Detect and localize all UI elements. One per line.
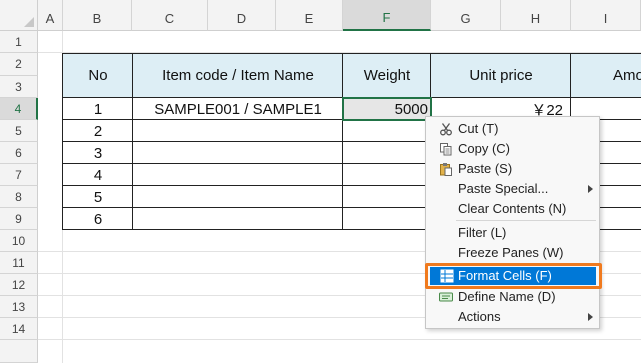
clipboard-paste-icon (439, 162, 453, 176)
row-header-13[interactable]: 13 (0, 296, 38, 318)
menu-label-paste: Paste (S) (458, 161, 513, 176)
column-header-h[interactable]: H (501, 0, 571, 31)
menu-item-freeze-panes[interactable]: Freeze Panes (W) (426, 243, 597, 263)
menu-label-filter: Filter (L) (458, 225, 507, 240)
cell-no-6[interactable]: 6 (63, 208, 133, 230)
row-header-3[interactable]: 3 (0, 76, 38, 98)
cell-no-5[interactable]: 5 (63, 186, 133, 208)
column-header-b[interactable]: B (63, 0, 132, 31)
column-header-e[interactable]: E (276, 0, 343, 31)
menu-label-cut: Cut (T) (458, 121, 499, 136)
row-header-4[interactable]: 4 (0, 98, 38, 120)
header-item[interactable]: Item code / Item Name (133, 53, 343, 98)
row-header-2[interactable]: 2 (0, 53, 38, 76)
row-header-1[interactable]: 1 (0, 31, 38, 53)
column-header-f[interactable]: F (343, 0, 431, 31)
menu-label-freeze-panes: Freeze Panes (W) (458, 245, 564, 260)
column-header-i[interactable]: I (571, 0, 641, 31)
row-header-14[interactable]: 14 (0, 318, 38, 340)
row-header-9[interactable]: 9 (0, 208, 38, 230)
column-header-c[interactable]: C (132, 0, 208, 31)
callout-outline (425, 263, 602, 289)
row-header-7[interactable]: 7 (0, 164, 38, 186)
header-amount[interactable]: Amo (571, 53, 641, 98)
menu-label-actions: Actions (458, 309, 501, 324)
header-weight[interactable]: Weight (343, 53, 431, 98)
cell-no-4[interactable]: 4 (63, 164, 133, 186)
row-header-5[interactable]: 5 (0, 120, 38, 142)
row-header-12[interactable]: 12 (0, 274, 38, 296)
menu-label-paste-special: Paste Special... (458, 181, 549, 196)
menu-separator (456, 220, 596, 221)
copy-icon (439, 142, 453, 156)
submenu-arrow-icon (588, 313, 593, 321)
menu-label-copy: Copy (C) (458, 141, 511, 156)
menu-item-filter[interactable]: Filter (L) (426, 223, 597, 243)
select-all-corner[interactable] (0, 0, 38, 31)
row-header-6[interactable]: 6 (0, 142, 38, 164)
menu-item-paste[interactable]: Paste (S) (426, 159, 597, 179)
active-cell-border (342, 97, 432, 121)
menu-item-clear-contents[interactable]: Clear Contents (N) (426, 199, 597, 219)
menu-item-paste-special[interactable]: Paste Special... (426, 179, 597, 199)
column-header-g[interactable]: G (431, 0, 501, 31)
row-header-15[interactable] (0, 340, 38, 363)
menu-label-define-name: Define Name (D) (458, 289, 556, 304)
row-header-11[interactable]: 11 (0, 252, 38, 274)
context-menu: Cut (T) Copy (C) Paste (S) Paste Special… (425, 116, 600, 329)
column-header-d[interactable]: D (208, 0, 276, 31)
menu-item-cut[interactable]: Cut (T) (426, 119, 597, 139)
menu-item-define-name[interactable]: Define Name (D) (426, 287, 597, 307)
cell-no-2[interactable]: 2 (63, 120, 133, 142)
scissors-icon (439, 122, 453, 136)
cell-no-3[interactable]: 3 (63, 142, 133, 164)
column-header-a[interactable]: A (38, 0, 63, 31)
define-name-icon (439, 290, 453, 304)
header-no[interactable]: No (63, 53, 133, 98)
row-header-8[interactable]: 8 (0, 186, 38, 208)
cell-item-1[interactable]: SAMPLE001 / SAMPLE1 (133, 98, 343, 120)
submenu-arrow-icon (588, 185, 593, 193)
menu-label-clear-contents: Clear Contents (N) (458, 201, 567, 216)
row-header-10[interactable]: 10 (0, 230, 38, 252)
header-unit-price[interactable]: Unit price (431, 53, 571, 98)
menu-item-actions[interactable]: Actions (426, 307, 597, 327)
menu-item-copy[interactable]: Copy (C) (426, 139, 597, 159)
cell-no-1[interactable]: 1 (63, 98, 133, 120)
